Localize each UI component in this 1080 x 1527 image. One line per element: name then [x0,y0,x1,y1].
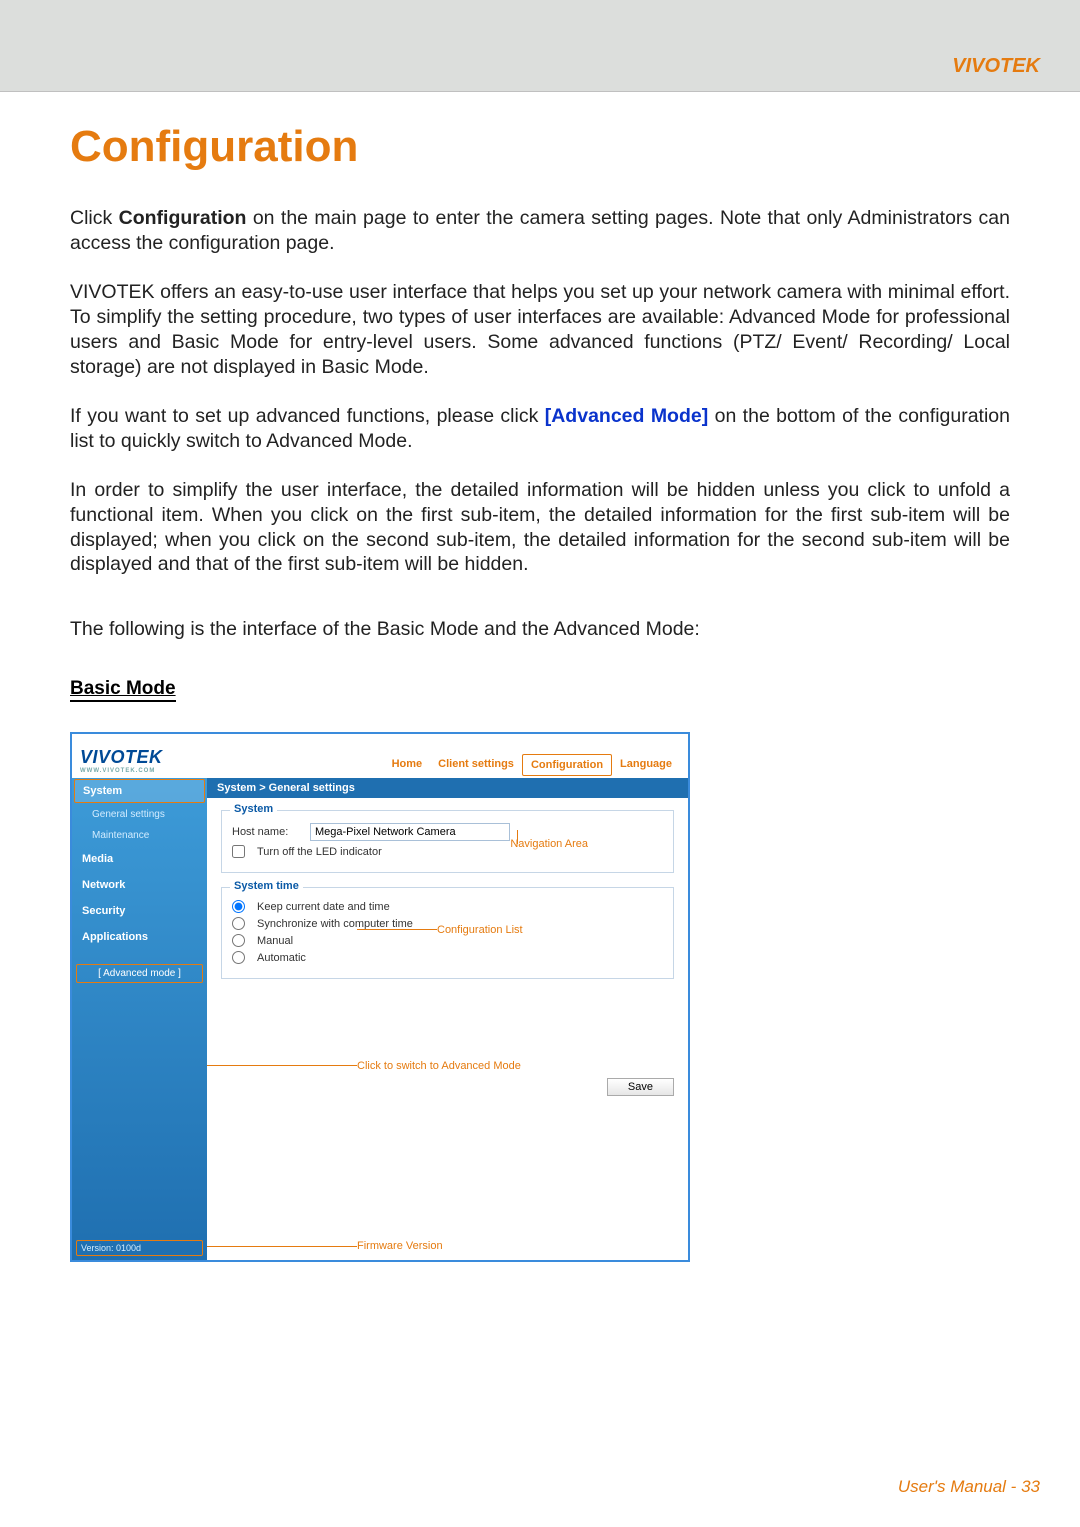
callout-line [207,1246,357,1247]
paragraph-5: The following is the interface of the Ba… [70,617,1010,642]
paragraph-1: Click Configuration on the main page to … [70,206,1010,256]
time-keep-radio[interactable] [232,900,245,913]
callout-line [207,1065,357,1066]
text: If you want to set up advanced functions… [70,405,545,427]
time-manual-label: Manual [257,935,293,947]
paragraph-3: If you want to set up advanced functions… [70,404,1010,454]
advanced-mode-button[interactable]: [ Advanced mode ] [76,964,203,983]
paragraph-2: VIVOTEK offers an easy-to-use user inter… [70,280,1010,380]
led-checkbox[interactable] [232,845,245,858]
bold-text: Configuration [119,207,247,229]
main-panel: System > General settings System Host na… [207,778,688,1260]
basic-mode-heading: Basic Mode [70,678,176,702]
header-brand: VIVOTEK [952,55,1040,78]
sidebar-item-media[interactable]: Media [72,846,207,872]
time-sync-label: Synchronize with computer time [257,918,413,930]
text: Click [70,207,119,229]
logo-text: VIVOTEK [80,747,163,767]
nav-client-settings[interactable]: Client settings [430,754,522,776]
vivotek-logo: VIVOTEK WWW.VIVOTEK.COM [80,747,163,778]
footer-label: User's Manual - [898,1477,1021,1496]
sidebar-item-network[interactable]: Network [72,872,207,898]
callout-line [357,929,437,930]
breadcrumb: System > General settings [207,778,688,798]
hostname-input[interactable] [310,823,510,841]
logo-subtext: WWW.VIVOTEK.COM [80,768,163,774]
save-button[interactable]: Save [607,1078,674,1096]
callout-advanced-mode: Click to switch to Advanced Mode [357,1060,521,1072]
time-auto-radio[interactable] [232,951,245,964]
top-navigation: Home Client settings Configuration Langu… [384,754,680,778]
paragraph-4: In order to simplify the user interface,… [70,478,1010,578]
led-label: Turn off the LED indicator [257,846,382,858]
sidebar-item-system[interactable]: System [74,779,205,803]
sidebar-item-maintenance[interactable]: Maintenance [72,825,207,846]
sidebar-item-security[interactable]: Security [72,898,207,924]
nav-language[interactable]: Language [612,754,680,776]
callout-navigation-area: Navigation Area [510,838,588,850]
footer: User's Manual - 33 [898,1477,1040,1497]
callout-firmware-version: Firmware Version [357,1240,443,1252]
time-sync-radio[interactable] [232,917,245,930]
page-title: Configuration [70,122,1010,172]
ui-screenshot: VIVOTEK WWW.VIVOTEK.COM Home Client sett… [70,732,690,1262]
system-legend: System [230,803,277,815]
version-label: Version: 0100d [76,1240,203,1256]
page-number: 33 [1021,1477,1040,1496]
time-auto-label: Automatic [257,952,306,964]
callout-line [517,830,518,844]
time-keep-label: Keep current date and time [257,901,390,913]
time-manual-radio[interactable] [232,934,245,947]
advanced-mode-link: [Advanced Mode] [545,405,708,427]
nav-home[interactable]: Home [384,754,431,776]
system-fieldset: System Host name: Turn off the LED indic… [221,810,674,873]
sidebar-item-general-settings[interactable]: General settings [72,804,207,825]
hostname-label: Host name: [232,826,302,838]
nav-configuration[interactable]: Configuration [522,754,612,776]
callout-config-list: Configuration List [437,924,523,936]
system-time-legend: System time [230,880,303,892]
sidebar-item-applications[interactable]: Applications [72,924,207,950]
sidebar: System General settings Maintenance Medi… [72,778,207,1260]
